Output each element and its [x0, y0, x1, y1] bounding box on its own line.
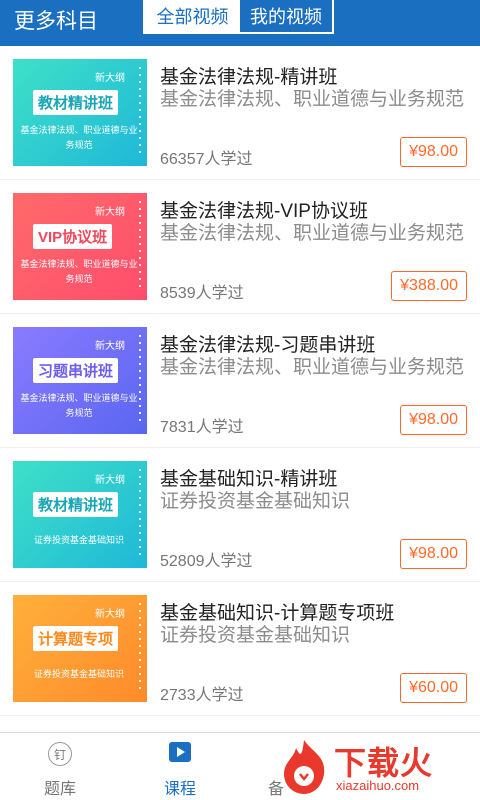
- thumbnail-tag: 新大纲: [95, 609, 125, 620]
- thumbnail-subtitle: 基金法律法规、职业道德与业务规范: [20, 393, 138, 418]
- decorative-dots: [139, 67, 141, 155]
- course-title: 基金法律法规-习题串讲班: [160, 335, 376, 356]
- thumbnail-tag: 新大纲: [95, 73, 125, 84]
- decorative-dots: [139, 335, 141, 423]
- course-description: 基金法律法规、职业道德与业务规范: [160, 357, 465, 378]
- course-description: 证券投资基金基础知识: [160, 625, 351, 646]
- course-thumbnail: 新大纲 计算题专项 证券投资基金基础知识: [13, 595, 147, 702]
- course-thumbnail: 新大纲 教材精讲班 证券投资基金基础知识: [13, 461, 147, 568]
- thumbnail-subtitle: 基金法律法规、职业道德与业务规范: [20, 259, 138, 284]
- course-item[interactable]: 新大纲 VIP协议班 基金法律法规、职业道德与业务规范 基金法律法规-VIP协议…: [0, 180, 480, 314]
- thumbnail-subtitle: 证券投资基金基础知识: [33, 535, 124, 545]
- course-thumbnail: 新大纲 教材精讲班 基金法律法规、职业道德与业务规范: [13, 59, 147, 166]
- learner-count: 7831人学过: [160, 419, 244, 436]
- play-icon: [169, 742, 191, 762]
- video-filter-tabs: 全部视频 我的视频: [143, 0, 334, 34]
- thumbnail-badge: 计算题专项: [33, 626, 119, 651]
- divider: [0, 715, 480, 716]
- watermark-url: xiazaihuo.com: [336, 778, 420, 793]
- thumbnail-badge: 教材精讲班: [33, 492, 119, 517]
- thumbnail-subtitle: 基金法律法规、职业道德与业务规范: [20, 125, 138, 150]
- flame-logo-icon: [284, 740, 325, 794]
- thumbnail-tag: 新大纲: [95, 341, 125, 352]
- price-button[interactable]: ¥98.00: [400, 539, 467, 569]
- course-title: 基金基础知识-计算题专项班: [160, 603, 395, 624]
- course-description: 基金法律法规、职业道德与业务规范: [160, 89, 465, 110]
- course-description: 证券投资基金基础知识: [160, 491, 351, 512]
- price-button[interactable]: ¥98.00: [400, 405, 467, 435]
- learner-count: 52809人学过: [160, 553, 253, 570]
- nav-item-question-bank[interactable]: 钉 题库: [0, 733, 120, 800]
- learner-count: 8539人学过: [160, 285, 244, 302]
- thumbnail-badge: 习题串讲班: [33, 358, 119, 383]
- price-button[interactable]: ¥388.00: [391, 271, 467, 301]
- course-item[interactable]: 新大纲 教材精讲班 证券投资基金基础知识 基金基础知识-精讲班 证券投资基金基础…: [0, 448, 480, 582]
- course-description: 基金法律法规、职业道德与业务规范: [160, 223, 465, 244]
- thumbnail-subtitle: 证券投资基金基础知识: [33, 669, 124, 679]
- thumbnail-tag: 新大纲: [95, 207, 125, 218]
- stamp-icon: 钉: [48, 742, 72, 766]
- course-item[interactable]: 新大纲 教材精讲班 基金法律法规、职业道德与业务规范 基金法律法规-精讲班 基金…: [0, 46, 480, 180]
- course-title: 基金法律法规-VIP协议班: [160, 201, 368, 222]
- thumbnail-tag: 新大纲: [95, 475, 125, 486]
- learner-count: 66357人学过: [160, 151, 253, 168]
- decorative-dots: [139, 603, 141, 691]
- top-header: 更多科目 全部视频 我的视频: [0, 0, 480, 46]
- learner-count: 2733人学过: [160, 687, 244, 704]
- course-title: 基金法律法规-精讲班: [160, 67, 338, 88]
- decorative-dots: [139, 201, 141, 289]
- course-title: 基金基础知识-精讲班: [160, 469, 338, 490]
- thumbnail-badge: 教材精讲班: [33, 90, 119, 115]
- price-button[interactable]: ¥98.00: [400, 137, 467, 167]
- course-item[interactable]: 新大纲 计算题专项 证券投资基金基础知识 基金基础知识-计算题专项班 证券投资基…: [0, 582, 480, 716]
- watermark: 下载火 xiazaihuo.com: [274, 736, 474, 798]
- price-button[interactable]: ¥60.00: [400, 673, 467, 703]
- page-title[interactable]: 更多科目: [14, 5, 98, 35]
- course-thumbnail: 新大纲 VIP协议班 基金法律法规、职业道德与业务规范: [13, 193, 147, 300]
- course-item[interactable]: 新大纲 习题串讲班 基金法律法规、职业道德与业务规范 基金法律法规-习题串讲班 …: [0, 314, 480, 448]
- course-thumbnail: 新大纲 习题串讲班 基金法律法规、职业道德与业务规范: [13, 327, 147, 434]
- tab-my-videos[interactable]: 我的视频: [240, 0, 332, 32]
- nav-label: 题库: [43, 781, 76, 798]
- decorative-dots: [139, 469, 141, 557]
- thumbnail-badge: VIP协议班: [33, 224, 113, 249]
- tab-all-videos[interactable]: 全部视频: [145, 0, 240, 32]
